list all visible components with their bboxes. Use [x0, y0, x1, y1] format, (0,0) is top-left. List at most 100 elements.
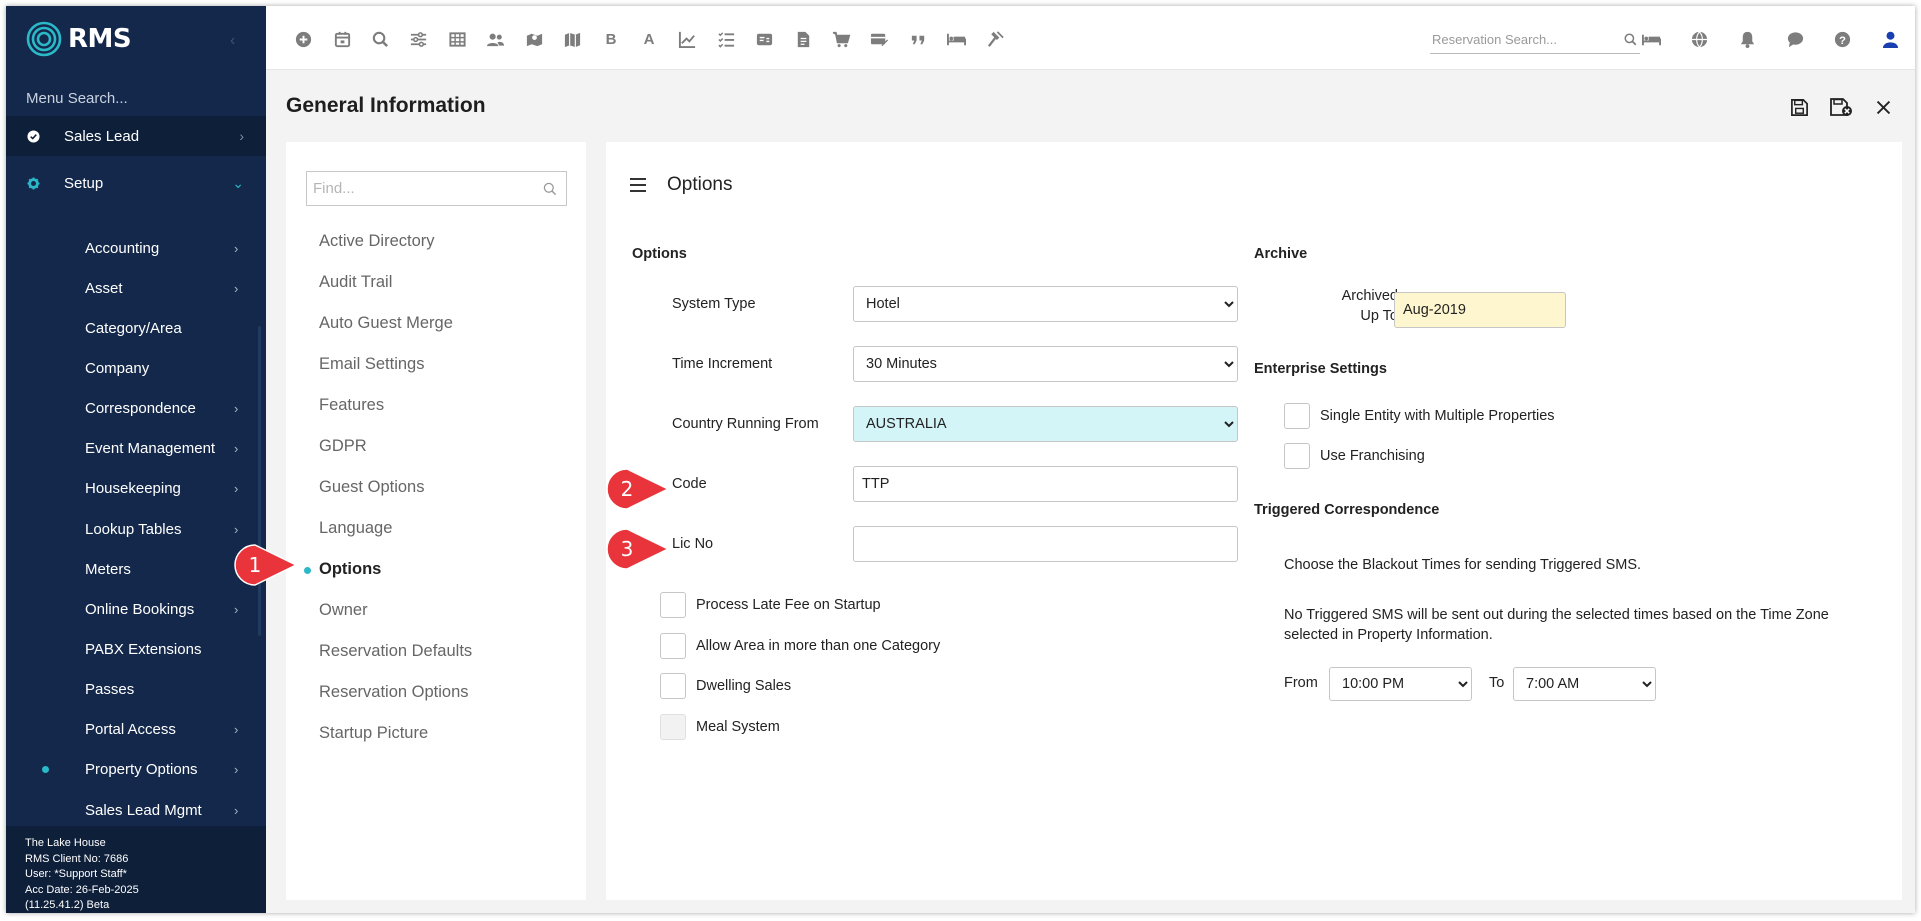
sidebar-item-lookup-tables[interactable]: Lookup Tables ›	[6, 509, 266, 549]
payment-card-icon[interactable]	[868, 28, 890, 50]
line-chart-icon[interactable]	[676, 28, 698, 50]
sidebar-item-asset[interactable]: Asset ›	[6, 268, 266, 308]
blackout-description: No Triggered SMS will be sent out during…	[1284, 607, 1829, 643]
sidebar-item-pabx-extensions[interactable]: PABX Extensions	[6, 630, 266, 670]
lic-no-input[interactable]	[853, 526, 1238, 562]
checkbox[interactable]	[1284, 403, 1310, 429]
checklist-icon[interactable]	[715, 28, 737, 50]
code-input[interactable]	[853, 466, 1238, 502]
nav-item-options[interactable]: Options	[319, 560, 381, 579]
callout-number: 1	[248, 553, 262, 577]
grid-icon[interactable]	[446, 28, 468, 50]
sidebar-item-sales-lead[interactable]: Sales Lead ›	[6, 116, 266, 156]
map-marker-icon[interactable]	[523, 28, 545, 50]
find-input[interactable]	[306, 171, 567, 206]
bell-icon[interactable]	[1736, 28, 1758, 50]
search-icon[interactable]	[369, 28, 391, 50]
checkbox[interactable]	[660, 632, 686, 659]
calendar-icon[interactable]	[331, 28, 353, 50]
nav-item-active-directory[interactable]: Active Directory	[319, 232, 435, 251]
sidebar-item-label: Property Options	[85, 761, 198, 779]
chat-icon[interactable]	[1784, 28, 1806, 50]
hamburger-menu-icon[interactable]	[630, 178, 646, 192]
checkbox-allow-area-in-more-than-one-category[interactable]: Allow Area in more than one Category	[660, 632, 940, 659]
country-select[interactable]: AUSTRALIA	[853, 406, 1238, 442]
reservation-search-input[interactable]	[1430, 26, 1640, 54]
sidebar-item-event-management[interactable]: Event Management ›	[6, 429, 266, 469]
code-label: Code	[672, 476, 707, 492]
shopping-cart-icon[interactable]	[830, 28, 852, 50]
sidebar-item-company[interactable]: Company	[6, 348, 266, 388]
sliders-icon[interactable]	[407, 28, 429, 50]
sidebar-item-meters[interactable]: Meters	[6, 549, 266, 589]
invoice-icon[interactable]	[792, 28, 814, 50]
checkbox-process-late-fee-on-startup[interactable]: Process Late Fee on Startup	[660, 592, 881, 618]
sidebar-item-category-area[interactable]: Category/Area	[6, 308, 266, 348]
map-icon[interactable]	[561, 28, 583, 50]
user-profile-icon[interactable]	[1879, 28, 1901, 50]
sidebar-item-property-options[interactable]: Property Options ›	[6, 750, 266, 790]
sidebar-item-sales-lead-mgmt[interactable]: Sales Lead Mgmt ›	[6, 790, 266, 830]
sidebar-item-housekeeping[interactable]: Housekeeping ›	[6, 469, 266, 509]
sidebar-item-passes[interactable]: Passes	[6, 670, 266, 710]
version: (11.25.41.2) Beta	[25, 899, 110, 911]
blackout-from-select[interactable]: 10:00 PM	[1329, 667, 1472, 701]
nav-item-owner[interactable]: Owner	[319, 601, 368, 620]
nav-item-email-settings[interactable]: Email Settings	[319, 355, 424, 374]
nav-item-gdpr[interactable]: GDPR	[319, 437, 367, 456]
bold-icon[interactable]: B	[600, 28, 622, 50]
sidebar-item-portal-access[interactable]: Portal Access ›	[6, 710, 266, 750]
chevron-right-icon: ›	[239, 128, 244, 144]
sidebar-item-label: Asset	[85, 279, 123, 297]
gavel-icon[interactable]	[984, 28, 1006, 50]
time-increment-select[interactable]: 30 Minutes	[853, 346, 1238, 382]
search-icon[interactable]	[1621, 28, 1639, 50]
nav-item-reservation-options[interactable]: Reservation Options	[319, 683, 469, 702]
system-type-label: System Type	[672, 296, 756, 312]
nav-item-auto-guest-merge[interactable]: Auto Guest Merge	[319, 314, 453, 333]
sidebar-scrollbar[interactable]	[258, 326, 261, 636]
sidebar-item-accounting[interactable]: Accounting ›	[6, 228, 266, 268]
nav-item-guest-options[interactable]: Guest Options	[319, 478, 424, 497]
chevron-right-icon: ›	[234, 762, 239, 778]
font-icon[interactable]: A	[638, 28, 660, 50]
globe-icon[interactable]	[1688, 28, 1710, 50]
nav-item-features[interactable]: Features	[319, 396, 384, 415]
sidebar-item-setup[interactable]: Setup ⌄	[6, 163, 266, 203]
add-circle-icon[interactable]	[292, 28, 314, 50]
checkbox[interactable]	[1284, 443, 1310, 469]
bed-icon[interactable]	[945, 28, 967, 50]
quote-icon[interactable]	[907, 28, 929, 50]
bed-search-icon[interactable]	[1640, 28, 1662, 50]
top-toolbar: B A ?	[266, 6, 1915, 70]
checkbox	[660, 713, 686, 740]
nav-item-startup-picture[interactable]: Startup Picture	[319, 724, 428, 743]
checkbox-use-franchising[interactable]: Use Franchising	[1284, 443, 1425, 469]
menu-search[interactable]: Menu Search...	[26, 90, 128, 107]
close-icon[interactable]	[1870, 94, 1896, 120]
search-icon[interactable]	[542, 181, 558, 197]
collapse-sidebar-icon[interactable]: ‹	[230, 32, 235, 50]
checkbox-meal-system[interactable]: Meal System	[660, 713, 780, 740]
checkbox-single-entity-with-multiple-properties[interactable]: Single Entity with Multiple Properties	[1284, 403, 1555, 429]
save-and-close-icon[interactable]	[1828, 94, 1854, 120]
help-icon[interactable]: ?	[1831, 28, 1853, 50]
blackout-to-select[interactable]: 7:00 AM	[1513, 667, 1656, 701]
rms-logo[interactable]: RMS	[26, 21, 132, 57]
sidebar-item-online-bookings[interactable]: Online Bookings ›	[6, 589, 266, 629]
sidebar-item-correspondence[interactable]: Correspondence ›	[6, 389, 266, 429]
checkbox[interactable]	[660, 673, 686, 699]
checkbox-dwelling-sales[interactable]: Dwelling Sales	[660, 673, 791, 699]
nav-item-reservation-defaults[interactable]: Reservation Defaults	[319, 642, 472, 661]
archived-up-to-input[interactable]	[1394, 292, 1566, 328]
save-icon[interactable]	[1786, 94, 1812, 120]
users-icon[interactable]	[484, 28, 506, 50]
chevron-right-icon: ›	[234, 240, 239, 256]
nav-item-audit-trail[interactable]: Audit Trail	[319, 273, 392, 292]
system-type-select[interactable]: Hotel	[853, 286, 1238, 322]
nav-item-language[interactable]: Language	[319, 519, 392, 538]
checkbox[interactable]	[660, 592, 686, 618]
id-card-icon[interactable]	[753, 28, 775, 50]
checkbox-label: Dwelling Sales	[696, 678, 792, 694]
triggered-correspondence-heading: Triggered Correspondence	[1254, 502, 1440, 518]
